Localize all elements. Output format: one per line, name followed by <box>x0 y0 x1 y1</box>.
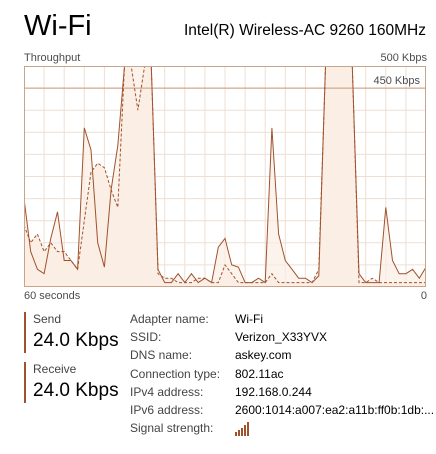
detail-key: IPv4 address: <box>130 384 204 399</box>
detail-value: 192.168.0.244 <box>235 384 312 399</box>
detail-value: Verizon_X33YVX <box>235 330 328 345</box>
detail-key: Adapter name: <box>130 312 209 326</box>
throughput-label: Throughput <box>24 52 81 64</box>
time-span-label: 60 seconds <box>24 290 81 302</box>
time-zero-label: 0 <box>420 290 427 302</box>
detail-value: askey.com <box>235 348 292 363</box>
detail-key: DNS name: <box>130 348 193 363</box>
detail-value: 2600:1014:a007:ea2:a11b:ff0b:1db:... <box>235 403 435 418</box>
detail-row-ipv6: IPv6 address: 2600:1014:a007:ea2:a11b:ff… <box>130 401 434 419</box>
detail-row-adapter-name: Adapter name: Wi-Fi <box>130 310 434 328</box>
scale-label-450: 450 Kbps <box>374 75 421 87</box>
detail-value: 802.11ac <box>235 366 284 381</box>
detail-row-ipv4: IPv4 address: 192.168.0.244 <box>130 383 434 401</box>
detail-key: Signal strength: <box>130 421 214 436</box>
send-label: Send <box>33 312 62 326</box>
adapter-details: Adapter name: Wi-Fi SSID: Verizon_X33YVX… <box>130 310 434 437</box>
max-scale-label: 500 Kbps <box>380 52 427 64</box>
page-title: Wi-Fi <box>24 10 92 42</box>
detail-row-dns-name: DNS name: askey.com <box>130 346 434 364</box>
receive-metric[interactable]: Receive 24.0 Kbps <box>24 362 119 403</box>
send-metric[interactable]: Send 24.0 Kbps <box>24 312 119 353</box>
adapter-name: Intel(R) Wireless-AC 9260 160MHz <box>183 22 426 39</box>
signal-strength-icon <box>235 422 249 437</box>
detail-value <box>235 419 251 437</box>
detail-row-signal-strength: Signal strength: <box>130 419 434 437</box>
detail-key: SSID: <box>130 330 162 345</box>
detail-value: Wi-Fi <box>235 312 263 326</box>
detail-row-connection-type: Connection type: 802.11ac <box>130 365 434 383</box>
send-value: 24.0 Kbps <box>33 330 119 351</box>
detail-key: Connection type: <box>130 366 221 381</box>
detail-row-ssid: SSID: Verizon_X33YVX <box>130 328 434 346</box>
detail-key: IPv6 address: <box>130 403 204 418</box>
receive-label: Receive <box>33 362 77 376</box>
receive-value: 24.0 Kbps <box>33 380 119 401</box>
throughput-graph: 450 Kbps <box>24 66 426 287</box>
throughput-chart-svg: 450 Kbps <box>24 66 426 287</box>
